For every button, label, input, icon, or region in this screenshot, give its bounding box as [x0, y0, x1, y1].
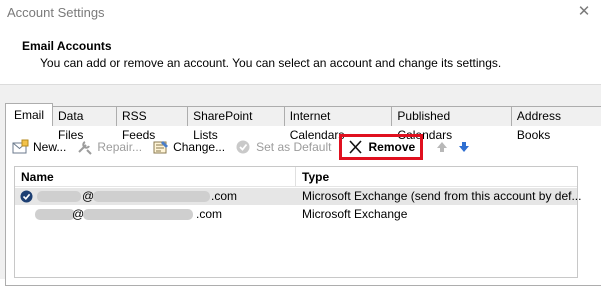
header-band: Email Accounts You can add or remove an … [0, 28, 601, 85]
close-icon[interactable]: ✕ [575, 3, 593, 21]
accounts-list: Name Type @ .com Microsoft Exchange (sen… [14, 166, 581, 278]
tab-address-books[interactable]: Address Books [510, 106, 601, 142]
column-header-type[interactable]: Type [302, 170, 329, 184]
move-down-arrow-icon[interactable] [457, 139, 471, 155]
new-button-label: New... [33, 140, 67, 154]
wrench-icon [76, 139, 94, 155]
change-button[interactable]: Change... [152, 136, 225, 158]
tab-strip: Email Data Files RSS Feeds SharePoint Li… [5, 103, 601, 142]
column-header-name[interactable]: Name [21, 170, 54, 184]
section-title: Email Accounts [22, 39, 112, 53]
redacted-username [37, 191, 81, 202]
account-type: Microsoft Exchange [302, 207, 408, 221]
email-domain-suffix: .com [211, 189, 238, 203]
remove-button-label: Remove [368, 140, 416, 154]
repair-button-label: Repair... [97, 140, 143, 154]
redacted-domain [93, 191, 210, 202]
account-row[interactable]: @ .com Microsoft Exchange (send from thi… [15, 188, 581, 205]
section-description: You can add or remove an account. You ca… [40, 56, 502, 70]
new-button[interactable]: New... [12, 136, 66, 158]
toolbar: New... Repair... Change... Set as Defaul… [12, 134, 479, 160]
tab-sharepoint-lists[interactable]: SharePoint Lists [187, 106, 285, 142]
account-row[interactable]: @ .com Microsoft Exchange [15, 206, 577, 223]
move-up-arrow-icon[interactable] [435, 139, 449, 155]
title-bar: Account Settings ✕ [0, 0, 601, 28]
redacted-username [35, 209, 75, 220]
change-settings-icon [152, 139, 170, 155]
remove-button[interactable]: Remove [339, 134, 424, 160]
redacted-domain [83, 209, 193, 220]
checkmark-circle-icon [235, 139, 253, 155]
account-type: Microsoft Exchange (send from this accou… [302, 189, 582, 203]
default-account-check-icon [20, 190, 33, 203]
change-button-label: Change... [173, 140, 226, 154]
new-account-icon [12, 139, 30, 155]
window-title: Account Settings [7, 5, 105, 20]
tab-email[interactable]: Email [5, 103, 54, 126]
repair-button[interactable]: Repair... [76, 136, 142, 158]
set-as-default-button[interactable]: Set as Default [235, 136, 331, 158]
tab-published-calendars[interactable]: Published Calendars [391, 106, 512, 142]
tab-data-files[interactable]: Data Files [52, 106, 117, 142]
tab-internet-calendars[interactable]: Internet Calendars [283, 106, 393, 142]
set-as-default-label: Set as Default [256, 140, 332, 154]
remove-x-icon [347, 139, 365, 155]
email-domain-suffix: .com [196, 207, 223, 221]
list-header: Name Type [15, 167, 577, 187]
column-divider[interactable] [295, 167, 296, 186]
tab-rss-feeds[interactable]: RSS Feeds [115, 106, 189, 142]
